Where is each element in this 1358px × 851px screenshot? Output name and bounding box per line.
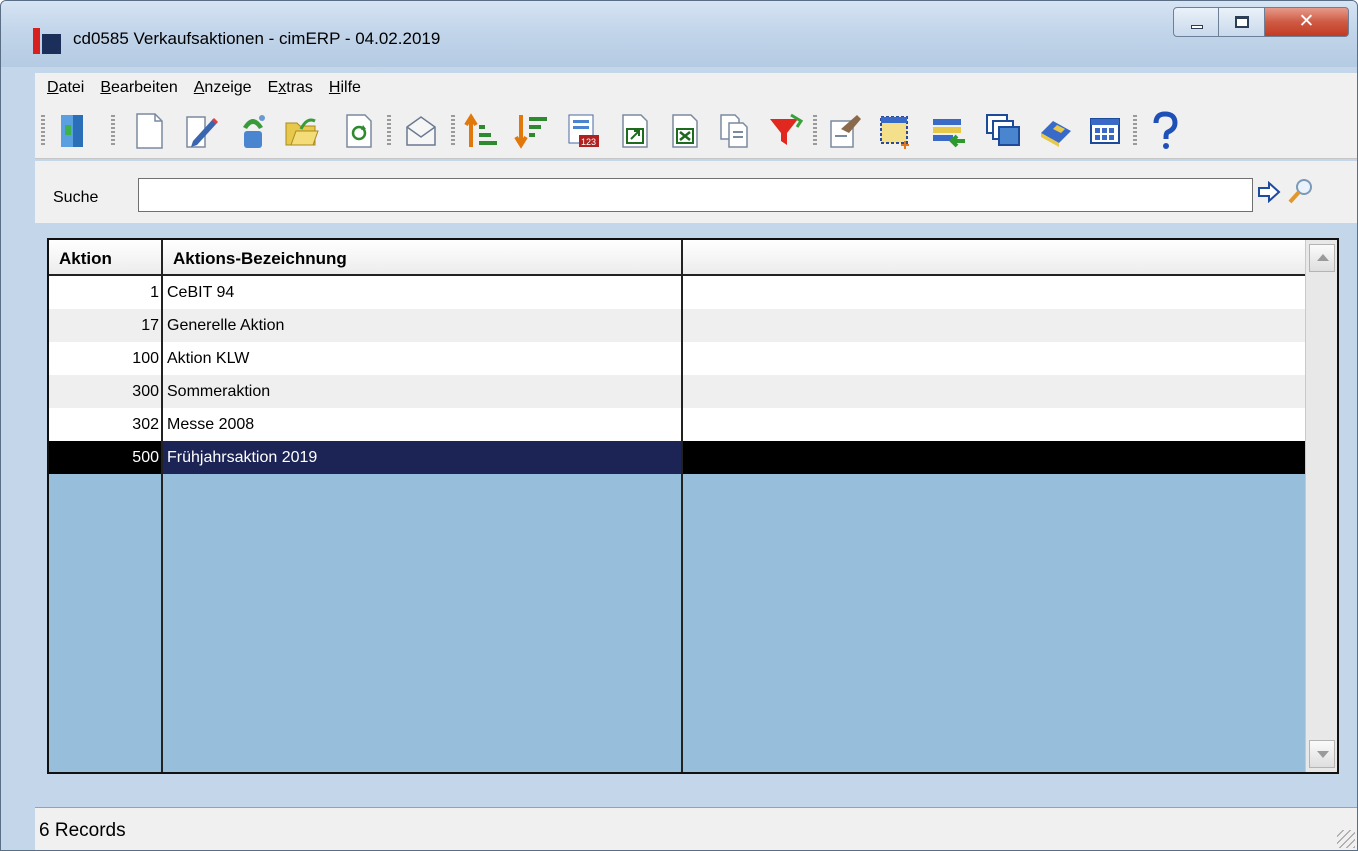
scroll-up-button[interactable] [1309, 244, 1335, 272]
cell-bezeichnung: Generelle Aktion [167, 317, 285, 334]
cell-bezeichnung: Aktion KLW [167, 350, 250, 367]
close-button[interactable]: ✕ [1265, 7, 1349, 37]
maximize-icon [1235, 16, 1249, 28]
toolbar-separator [111, 115, 115, 147]
table-row[interactable]: 300 Sommeraktion [49, 375, 1305, 408]
menu-bar: Datei Bearbeiten Anzeige Extras Hilfe [35, 73, 1357, 103]
open-folder-icon[interactable] [283, 111, 319, 151]
sort-ascending-icon[interactable] [463, 111, 499, 151]
excel-export-icon[interactable] [667, 111, 703, 151]
cell-bezeichnung: Messe 2008 [167, 416, 255, 433]
table-row[interactable]: 100 Aktion KLW [49, 342, 1305, 375]
cell-bezeichnung-editing[interactable]: Frühjahrsaktion 2019 [163, 441, 681, 474]
maximize-button[interactable] [1219, 7, 1265, 37]
search-input[interactable] [138, 178, 1253, 212]
grid-icon[interactable] [1087, 111, 1123, 151]
search-label: Suche [53, 189, 99, 206]
actions-table: Aktion Aktions-Bezeichnung 1 CeBIT 94 17… [47, 238, 1339, 774]
table-row[interactable]: 17 Generelle Aktion [49, 309, 1305, 342]
refresh-icon[interactable] [341, 111, 377, 151]
cell-aktion: 100 [132, 350, 159, 367]
table-body: 1 CeBIT 94 17 Generelle Aktion 100 Aktio… [49, 276, 1305, 772]
toolbar-separator [387, 115, 391, 147]
column-divider [681, 276, 683, 772]
record-count: 6 Records [39, 820, 126, 841]
sort-descending-icon[interactable] [513, 111, 549, 151]
edit-pencil-icon[interactable] [183, 111, 219, 151]
vertical-scrollbar[interactable] [1305, 240, 1337, 772]
toolbar-separator [451, 115, 455, 147]
resize-grip-icon[interactable] [1337, 830, 1355, 848]
cell-aktion: 302 [132, 416, 159, 433]
cell-aktion: 300 [132, 383, 159, 400]
menu-datei[interactable]: Datei [47, 79, 84, 97]
application-window: cd0585 Verkaufsaktionen - cimERP - 04.02… [0, 0, 1358, 851]
column-header-aktion[interactable]: Aktion [49, 240, 161, 274]
cell-bezeichnung: CeBIT 94 [167, 284, 235, 301]
toolbar-separator [813, 115, 817, 147]
cell-aktion: 1 [150, 284, 159, 301]
mail-icon[interactable] [403, 111, 439, 151]
column-header-empty[interactable] [681, 240, 1305, 274]
recycle-icon[interactable] [235, 111, 271, 151]
help-icon[interactable] [1147, 111, 1183, 151]
table-header: Aktion Aktions-Bezeichnung [49, 240, 1305, 276]
svg-text:123: 123 [581, 137, 596, 147]
caption-buttons: ✕ [1173, 7, 1349, 37]
menu-extras[interactable]: Extras [268, 79, 313, 97]
cell-aktion: 500 [132, 449, 159, 466]
arrow-right-icon[interactable] [1257, 180, 1281, 204]
new-document-icon[interactable] [131, 111, 167, 151]
clipboard-icon[interactable] [827, 111, 863, 151]
window-title: cd0585 Verkaufsaktionen - cimERP - 04.02… [73, 29, 441, 48]
cimerp-logo-icon [33, 28, 61, 54]
cell-aktion: 17 [141, 317, 159, 334]
table-row-selected[interactable]: 500 Frühjahrsaktion 2019 [49, 441, 1305, 474]
title-bar[interactable]: cd0585 Verkaufsaktionen - cimERP - 04.02… [1, 1, 1357, 67]
number-list-icon[interactable]: 123 [565, 111, 601, 151]
magnifier-icon[interactable] [1287, 177, 1315, 205]
column-header-bezeichnung[interactable]: Aktions-Bezeichnung [161, 240, 681, 274]
toolbar: 123 [35, 103, 1357, 159]
chevron-up-icon [1317, 254, 1329, 261]
table-row[interactable]: 302 Messe 2008 [49, 408, 1305, 441]
book-icon[interactable] [1037, 111, 1073, 151]
filter-funnel-icon[interactable] [767, 111, 804, 151]
search-bar: Suche [35, 161, 1357, 223]
close-icon: ✕ [1298, 11, 1315, 32]
import-icon[interactable] [931, 111, 967, 151]
menu-anzeige[interactable]: Anzeige [194, 79, 252, 97]
toolbar-separator [1133, 115, 1137, 147]
copy-icon[interactable] [717, 111, 753, 151]
chevron-down-icon [1317, 751, 1329, 758]
minimize-button[interactable] [1173, 7, 1219, 37]
selection-icon[interactable] [877, 111, 913, 151]
menu-hilfe[interactable]: Hilfe [329, 79, 361, 97]
scroll-down-button[interactable] [1309, 740, 1335, 768]
table-row[interactable]: 1 CeBIT 94 [49, 276, 1305, 309]
toolbar-separator [41, 115, 45, 147]
cell-bezeichnung: Sommeraktion [167, 383, 271, 400]
menu-bearbeiten[interactable]: Bearbeiten [100, 79, 177, 97]
column-divider [161, 276, 163, 772]
status-bar: 6 Records [35, 807, 1357, 850]
windows-icon[interactable] [985, 111, 1021, 151]
exit-door-icon[interactable] [55, 111, 91, 151]
minimize-icon [1191, 25, 1203, 29]
window-left-frame [1, 67, 35, 850]
export-document-icon[interactable] [617, 111, 653, 151]
